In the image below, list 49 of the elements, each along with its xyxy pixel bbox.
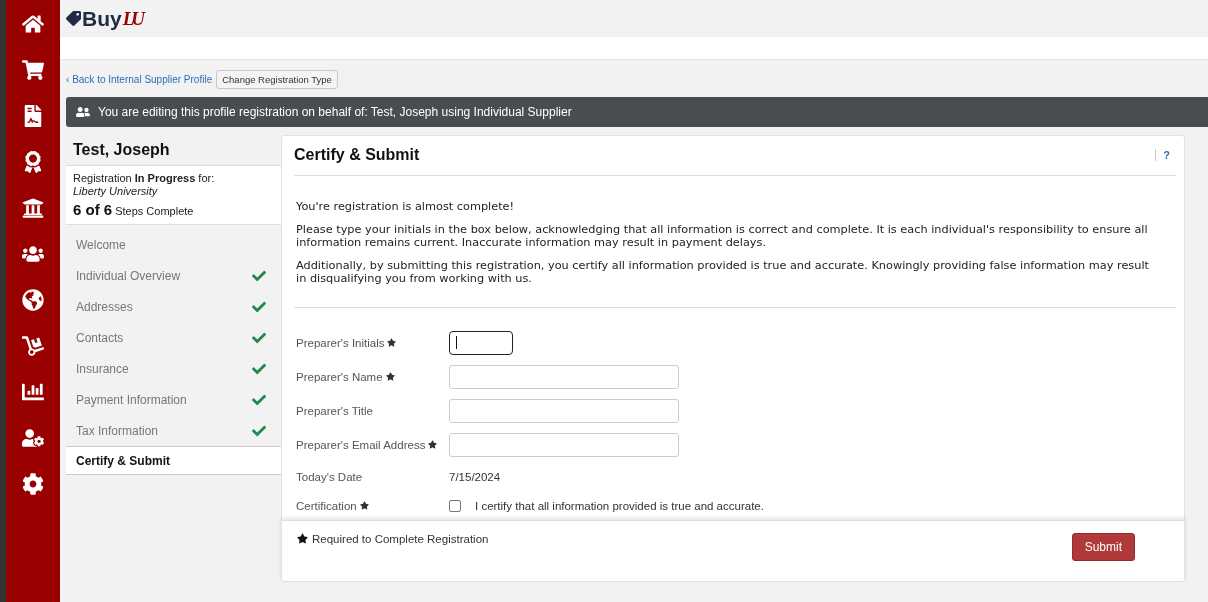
required-star-icon — [297, 533, 308, 545]
required-star-icon — [387, 338, 397, 348]
organization-name: Liberty University — [73, 185, 159, 197]
step-item[interactable]: Addresses — [66, 291, 281, 322]
step-item[interactable]: Certify & Submit — [66, 446, 281, 475]
logo-mark: LU — [122, 7, 142, 29]
steps-count: 6 of 6 — [73, 201, 113, 218]
step-item[interactable]: Insurance — [66, 353, 281, 384]
bank-icon[interactable] — [21, 196, 45, 220]
cart-icon[interactable] — [21, 58, 45, 82]
help-link[interactable]: ? — [1155, 149, 1170, 162]
field-label: Today's Date — [296, 470, 364, 483]
step-item[interactable]: Contacts — [66, 322, 281, 353]
checkbox[interactable] — [449, 499, 461, 512]
globe-icon[interactable] — [21, 288, 45, 312]
back-link[interactable]: ‹ Back to Internal Supplier Profile — [66, 73, 213, 85]
required-star-icon — [385, 372, 395, 382]
registration-status: Registration In Progress for: — [73, 172, 216, 184]
required-note: Required to Complete Registration — [297, 532, 489, 545]
instruction-text: You're registration is almost complete! — [296, 199, 516, 213]
step-item[interactable]: Payment Information — [66, 384, 281, 415]
text-cursor — [456, 336, 457, 350]
banner-text: You are editing this profile registration on behalf of: Test, Joseph using Individual Supplier — [98, 105, 572, 119]
field-label: Preparer's Title — [296, 404, 374, 417]
checkbox-label: I certify that all information provided is true and accurate. — [475, 499, 764, 512]
hand-truck-icon[interactable] — [21, 334, 45, 358]
step-item[interactable]: Individual Overview — [66, 260, 281, 291]
people-icon — [76, 105, 90, 119]
home-icon[interactable] — [21, 12, 45, 36]
instruction-text: Please type your initials in the box below, acknowledging that all information is correct and complete. It is each individual's responsibility to ensure all information remains current. Inaccurate information may result in payment delays. — [296, 222, 1149, 249]
field-label: Preparer's Email Address — [296, 438, 449, 451]
field-label: Preparer's Initials — [296, 336, 449, 349]
step-item[interactable]: Welcome — [66, 229, 281, 260]
step-item[interactable]: Tax Information — [66, 415, 281, 446]
field-label: Certification — [296, 499, 449, 512]
settings-icon[interactable] — [21, 472, 45, 496]
field-label: Preparer's Name — [296, 370, 449, 383]
required-star-icon — [428, 440, 438, 450]
input-field[interactable] — [449, 330, 513, 355]
instruction-text: Additionally, by submitting this registration, you certify all information provided is true and accurate. Knowingly providing false information may result in disqualifying you from working with us. — [296, 258, 1150, 285]
panel-title: Certify & Submit — [294, 146, 420, 165]
date-value: 7/15/2024 — [449, 470, 501, 483]
required-star-icon — [359, 501, 369, 511]
tag-icon — [66, 11, 81, 26]
steps-label: Steps Complete — [115, 205, 194, 217]
submit-button[interactable]: Submit — [1071, 532, 1135, 561]
logo-text: Buy — [82, 6, 122, 31]
user-gear-icon[interactable] — [21, 426, 45, 450]
change-registration-type-button[interactable]: Change Registration Type — [216, 69, 338, 89]
